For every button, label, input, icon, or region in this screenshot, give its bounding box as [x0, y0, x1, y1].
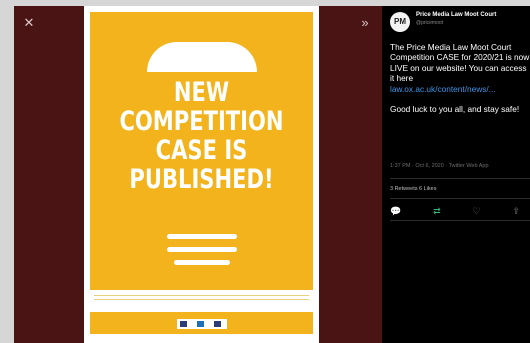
poster-caption-lines — [94, 295, 309, 300]
logo-mark — [180, 321, 187, 327]
author-name[interactable]: Price Media Law Moot Court — [416, 12, 496, 18]
divider — [390, 220, 530, 221]
divider — [390, 178, 530, 179]
tweet-link[interactable]: law.ox.ac.uk/content/news/... — [390, 84, 522, 94]
media-viewer: ✕ » NEW COMPETITION CASE IS PUBLISHED! P… — [14, 6, 530, 343]
logo-mark — [214, 321, 221, 327]
headline-line: PUBLISHED! — [129, 164, 274, 195]
logo-mark — [197, 321, 204, 327]
retweet-icon[interactable]: ⇄ — [433, 206, 441, 217]
poster-footer — [90, 312, 313, 334]
tweet-text: The Price Media Law Moot Court Competiti… — [390, 42, 530, 114]
reply-icon[interactable]: 💬 — [390, 206, 401, 217]
author-handle[interactable]: @pricemoot — [416, 20, 443, 26]
like-icon[interactable]: ♡ — [472, 206, 480, 217]
headline-line: CASE IS — [155, 135, 248, 166]
tweet-paragraph: Good luck to you all, and stay safe! — [390, 104, 520, 115]
close-icon[interactable]: ✕ — [20, 14, 38, 32]
poster-image: NEW COMPETITION CASE IS PUBLISHED! — [84, 6, 319, 343]
headline-line: NEW — [173, 77, 230, 108]
avatar[interactable]: PM — [390, 12, 410, 32]
divider — [390, 198, 530, 199]
poster-yellow-panel: NEW COMPETITION CASE IS PUBLISHED! — [90, 12, 313, 290]
lightbulb-base-bar — [167, 247, 237, 252]
poster-headline: NEW COMPETITION CASE IS PUBLISHED! — [115, 78, 289, 194]
lightbulb-dome-shape — [147, 42, 257, 72]
tweet-panel: PM Price Media Law Moot Court @pricemoot… — [382, 6, 530, 343]
lightbulb-base-bar — [174, 260, 230, 265]
chevron-right-icon[interactable]: » — [356, 14, 374, 32]
headline-line: COMPETITION — [119, 106, 284, 137]
tweet-actions: 💬 ⇄ ♡ ⇪ — [390, 206, 520, 217]
tweet-timestamp[interactable]: 1:37 PM · Oct 6, 2020 · Twitter Web App — [390, 163, 489, 169]
sponsor-logos — [177, 319, 227, 329]
tweet-paragraph: The Price Media Law Moot Court Competiti… — [390, 42, 530, 84]
share-icon[interactable]: ⇪ — [512, 206, 520, 217]
tweet-stats[interactable]: 3 Retweets 6 Likes — [390, 186, 436, 192]
media-pane: ✕ » NEW COMPETITION CASE IS PUBLISHED! — [14, 6, 382, 343]
lightbulb-base-bar — [167, 234, 237, 239]
